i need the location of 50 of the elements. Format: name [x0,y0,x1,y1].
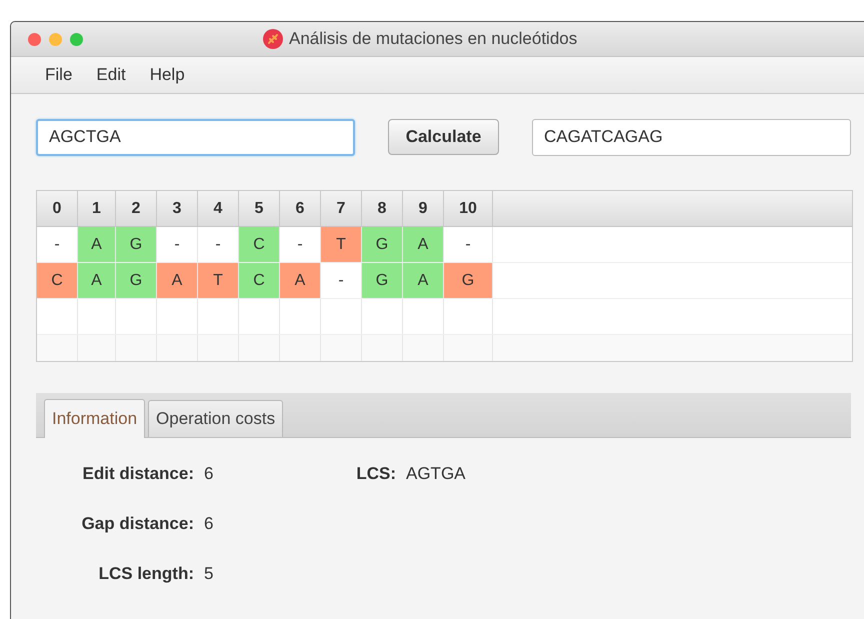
info-value: 6 [204,514,214,534]
table-cell: A [157,263,198,298]
table-cell: T [198,263,239,298]
close-icon[interactable] [28,32,41,46]
tab[interactable]: Operation costs [148,400,284,437]
info-label: Gap distance: [80,514,194,534]
calculate-button[interactable]: Calculate [388,119,499,155]
table-cell: G [444,263,493,298]
menu-item[interactable]: Help [138,65,197,85]
table-cell: A [280,263,321,298]
column-header[interactable]: 3 [157,191,198,226]
table-cell: C [37,263,78,298]
column-header[interactable]: 8 [362,191,403,226]
table-cell: A [78,263,116,298]
table-cell: A [403,263,444,298]
sequence-field[interactable]: AGCTGA [36,118,355,156]
info-value: AGTGA [406,464,466,484]
menu-item[interactable]: Edit [84,65,138,85]
column-header[interactable]: 2 [116,191,157,226]
table-cell: A [78,227,116,262]
window-title: Análisis de mutaciones en nucleótidos [289,29,578,49]
table-cell: - [444,227,493,262]
column-header[interactable]: 4 [198,191,239,226]
column-header[interactable]: 1 [78,191,116,226]
menu-item[interactable]: File [33,65,84,85]
table-cell: G [116,263,157,298]
table-cell: C [239,227,280,262]
info-value: 6 [204,464,214,484]
column-header[interactable]: 9 [403,191,444,226]
minimize-icon[interactable] [49,32,62,46]
app-logo-icon [263,29,283,49]
info-label: LCS length: [98,564,194,584]
zoom-icon[interactable] [70,32,83,46]
column-header[interactable]: 5 [239,191,280,226]
column-header[interactable]: 6 [280,191,321,226]
table-cell: G [362,227,403,262]
table-cell: - [157,227,198,262]
table-cell: C [239,263,280,298]
column-header[interactable]: 10 [444,191,493,226]
table-cell: A [403,227,444,262]
sequence-field[interactable]: CAGATCAGAG [532,118,851,156]
column-header[interactable]: 7 [321,191,362,226]
table-cell: G [362,263,403,298]
column-header[interactable]: 0 [37,191,78,226]
info-label: Edit distance: [82,464,194,484]
info-value: 5 [204,564,214,584]
tab[interactable]: Information [44,399,146,438]
table-cell: G [116,227,157,262]
table-cell: T [321,227,362,262]
info-label: LCS: [356,464,396,484]
